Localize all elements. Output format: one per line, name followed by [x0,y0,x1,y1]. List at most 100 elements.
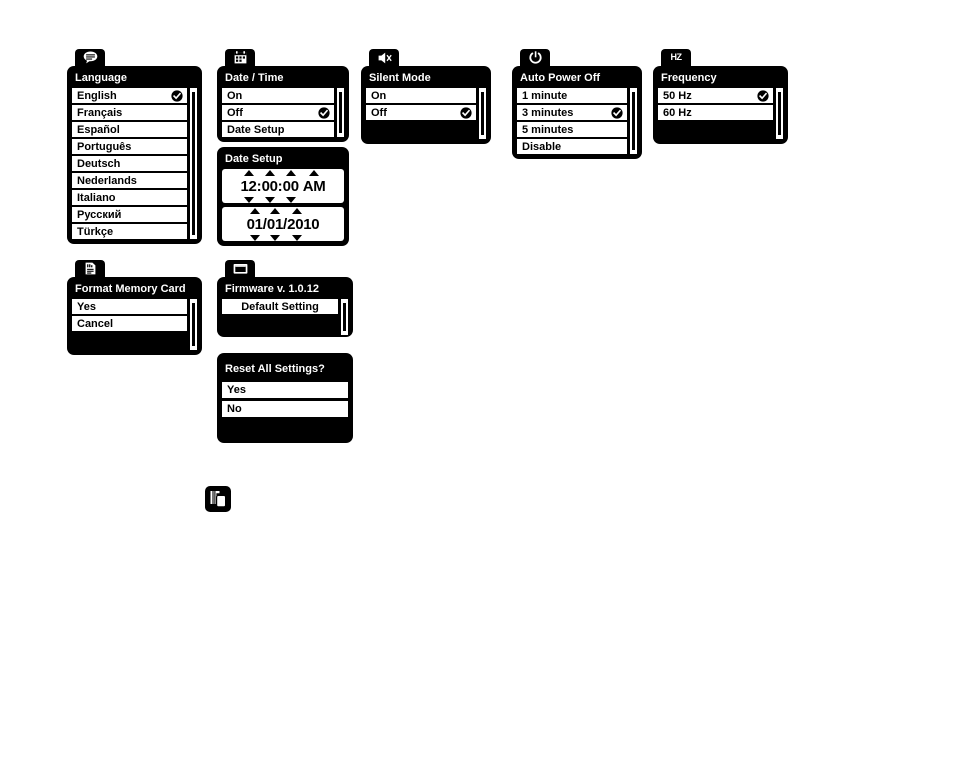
list-item[interactable]: Deutsch [72,156,187,171]
time-minute-value: 00 [261,177,278,195]
list-item[interactable]: On [222,88,334,103]
scrollbar[interactable] [190,88,197,239]
auto-power-off-list: 1 minute 3 minutes 5 minutes Disable [517,88,627,154]
scrollbar-thumb[interactable] [343,303,346,331]
panel-language: Language English Français Español Portug… [67,49,202,244]
tab-language[interactable] [75,49,105,66]
list-item-label: Français [77,106,123,119]
list-item[interactable]: Default Setting [222,299,338,314]
power-icon [528,51,542,64]
memory-card-icon [85,262,96,275]
date-spinner[interactable]: 01 / 01 / 2010 [222,207,344,241]
scrollbar[interactable] [341,299,348,335]
chevron-down-icon[interactable] [243,196,254,203]
list-item[interactable]: Italiano [72,190,187,205]
firmware-panel-body: Firmware v. 1.0.12 Default Setting [217,277,353,337]
stacked-pages-icon[interactable] [205,486,231,512]
list-item[interactable]: No [222,401,348,417]
scrollbar[interactable] [479,88,486,139]
scrollbar-thumb[interactable] [481,92,484,135]
list-item[interactable]: Português [72,139,187,154]
list-item[interactable]: 3 minutes [517,105,627,120]
list-item[interactable]: Yes [72,299,187,314]
scrollbar-cap-top [192,89,195,92]
chevron-up-icon[interactable] [291,207,302,214]
panel-reset-all-settings: Reset All Settings? Yes No [217,353,353,443]
date-year-stepper[interactable]: 2010 [287,207,320,241]
scrollbar[interactable] [337,88,344,137]
chevron-down-icon[interactable] [291,234,302,241]
list-item[interactable]: Yes [222,382,348,398]
chevron-down-icon[interactable] [264,196,275,203]
time-spinner[interactable]: 12 : 00 : 00 AM [222,169,344,203]
reset-all-list: Yes No [222,382,348,417]
chevron-up-icon[interactable] [269,207,280,214]
list-item[interactable]: 50 Hz [658,88,773,103]
panel-date-setup: Date Setup 12 : 00 : 00 AM 01 / 01 / 201… [217,147,349,246]
chevron-up-icon[interactable] [309,169,320,176]
chevron-up-icon[interactable] [243,169,254,176]
list-item[interactable]: Türkçe [72,224,187,239]
list-item-label: 3 minutes [522,106,574,119]
list-item[interactable]: Off [222,105,334,120]
list-item-label: English [77,89,117,102]
panel-auto-power-off: Auto Power Off 1 minute 3 minutes 5 minu… [512,49,642,159]
scrollbar[interactable] [776,88,783,139]
selected-check-icon [611,106,623,119]
list-item[interactable]: On [366,88,476,103]
scrollbar-thumb[interactable] [192,303,195,346]
scrollbar-cap-bottom [192,346,195,349]
list-item[interactable]: Español [72,122,187,137]
panel-frequency: HZ Frequency 50 Hz 60 Hz [653,49,788,144]
list-item-label: Yes [227,384,246,396]
list-item-label: Cancel [77,317,114,330]
scrollbar-cap-top [192,300,195,303]
tab-firmware[interactable] [225,260,255,277]
list-item[interactable]: Date Setup [222,122,334,137]
list-item-label: Русский [77,208,122,221]
list-item[interactable]: Off [366,105,476,120]
monitor-icon [233,263,248,275]
scrollbar-thumb[interactable] [339,92,342,133]
time-meridiem-stepper[interactable]: AM [303,169,326,195]
scrollbar-thumb[interactable] [192,92,195,235]
tab-auto-power-off[interactable] [520,49,550,66]
list-item-label: 50 Hz [663,89,692,102]
chevron-down-icon[interactable] [285,196,296,203]
date-day-stepper[interactable]: 01 [267,207,283,241]
list-item-label: No [227,403,242,415]
list-item[interactable]: English [72,88,187,103]
reset-all-panel-body: Reset All Settings? Yes No [217,353,353,443]
calendar-icon [234,51,247,64]
date-month-stepper[interactable]: 01 [247,207,263,241]
tab-silent-mode[interactable] [369,49,399,66]
chevron-up-icon[interactable] [264,169,275,176]
list-item[interactable]: 60 Hz [658,105,773,120]
selected-check-icon [318,106,330,119]
list-item[interactable]: Français [72,105,187,120]
list-item[interactable]: 1 minute [517,88,627,103]
tab-format-memory-card[interactable] [75,260,105,277]
list-item-label: Português [77,140,132,153]
reset-all-title: Reset All Settings? [225,363,325,375]
frequency-title: Frequency [661,72,717,84]
list-item[interactable]: Cancel [72,316,187,331]
chevron-down-icon[interactable] [269,234,280,241]
list-item[interactable]: Disable [517,139,627,154]
chevron-down-icon[interactable] [249,234,260,241]
scrollbar-thumb[interactable] [778,92,781,135]
list-item[interactable]: Nederlands [72,173,187,188]
time-minute-stepper[interactable]: 00 [261,169,278,203]
tab-frequency[interactable]: HZ [661,49,691,66]
chevron-up-icon[interactable] [249,207,260,214]
time-hour-stepper[interactable]: 12 [240,169,257,203]
scrollbar[interactable] [190,299,197,350]
scrollbar[interactable] [630,88,637,154]
list-item[interactable]: Русский [72,207,187,222]
tab-date-time[interactable] [225,49,255,66]
time-second-stepper[interactable]: 00 [283,169,299,203]
scrollbar-thumb[interactable] [632,92,635,150]
chevron-up-icon[interactable] [285,169,296,176]
list-item[interactable]: 5 minutes [517,122,627,137]
auto-power-off-title: Auto Power Off [520,72,601,84]
